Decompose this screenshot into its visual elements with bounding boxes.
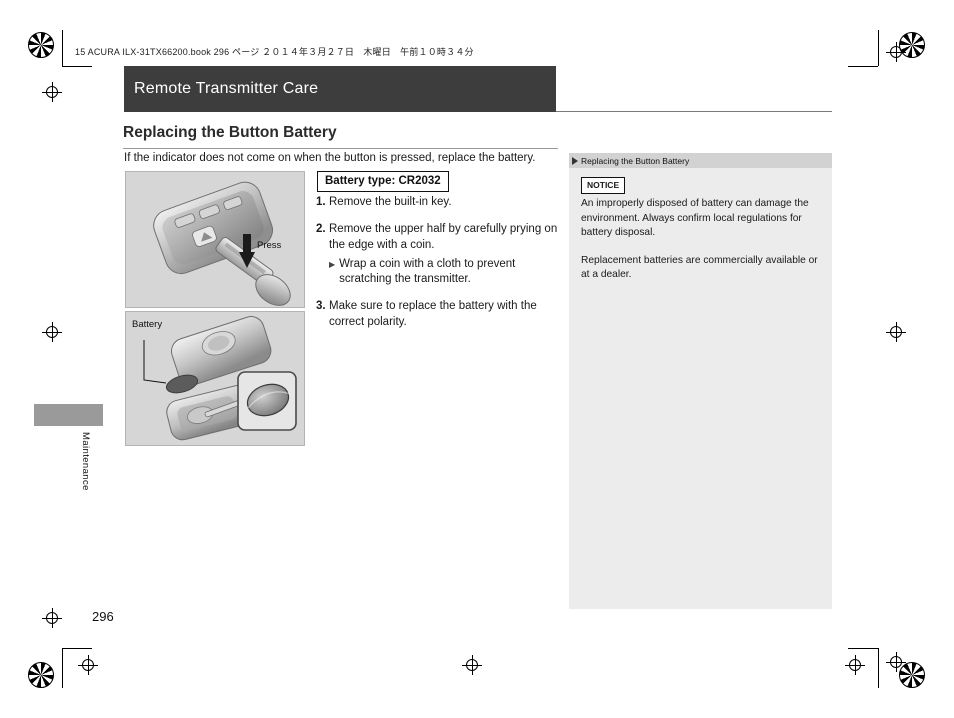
side-note-header-text: Replacing the Button Battery (581, 155, 690, 166)
chapter-title: Remote Transmitter Care (134, 80, 319, 97)
registration-ring-right-bottom (890, 656, 902, 668)
step-1-text: Remove the built-in key. (329, 196, 452, 208)
figure-remove-builtin-key: Press (125, 171, 305, 308)
step-2-number: 2. (316, 223, 326, 236)
crop-mark-bottom-right-v (848, 648, 878, 649)
registration-ring-left-top (46, 86, 58, 98)
crop-mark-bottom-left-h (62, 648, 63, 688)
chapter-title-bar: Remote Transmitter Care (124, 66, 556, 112)
registration-ring-bottom-right (849, 659, 861, 671)
registration-ring-left-mid (46, 326, 58, 338)
step-1-number: 1. (316, 196, 326, 208)
chapter-tab-block (34, 404, 103, 426)
registration-ring-right-mid (890, 326, 902, 338)
chapter-tab-label: Maintenance (80, 432, 91, 491)
side-note-header: Replacing the Button Battery (569, 153, 832, 168)
figure-press-label: Press (257, 240, 282, 251)
section-title: Replacing the Button Battery (123, 124, 558, 149)
step-3-number: 3. (316, 300, 326, 313)
step-2: 2. Remove the upper half by carefully pr… (316, 222, 561, 253)
figure-replace-battery: Battery (125, 311, 305, 446)
registration-burst-top-left (28, 32, 54, 58)
crop-mark-top-right-h (878, 30, 879, 66)
step-1: 1. Remove the built-in key. (316, 195, 561, 210)
step-2-substep: ▶ Wrap a coin with a cloth to prevent sc… (329, 257, 561, 288)
side-note-body: NOTICE An improperly disposed of battery… (569, 168, 832, 282)
battery-type-box: Battery type: CR2032 (317, 171, 449, 192)
side-note-paragraph-1: An improperly disposed of battery can da… (581, 198, 809, 239)
registration-ring-left-bottom (46, 612, 58, 624)
crop-mark-bottom-left-v (62, 648, 92, 649)
side-note-panel: Replacing the Button Battery NOTICE An i… (569, 153, 832, 609)
page-number: 296 (92, 609, 114, 624)
registration-burst-bottom-left (28, 662, 54, 688)
section-intro: If the indicator does not come on when t… (124, 152, 536, 164)
substep-arrow-icon: ▶ (329, 259, 336, 269)
step-3: 3. Make sure to replace the battery with… (316, 299, 561, 330)
figure-battery-label: Battery (132, 319, 163, 330)
step-2-text: Remove the upper half by carefully pryin… (329, 223, 558, 251)
title-rule (556, 111, 832, 112)
instruction-steps: 1. Remove the built-in key. 2. Remove th… (316, 195, 561, 342)
registration-ring-bottom-left (82, 659, 94, 671)
side-note-paragraph-2: Replacement batteries are commercially a… (581, 254, 818, 280)
running-head: 15 ACURA ILX-31TX66200.book 296 ページ ２０１４… (75, 47, 474, 57)
side-note-marker-icon (572, 156, 578, 165)
crop-mark-bottom-right-h (878, 648, 879, 688)
step-2-substep-text: Wrap a coin with a cloth to prevent scra… (339, 257, 516, 286)
notice-badge: NOTICE (581, 177, 626, 195)
registration-ring-bottom-center (466, 659, 478, 671)
registration-ring-right-top (890, 46, 902, 58)
step-3-text: Make sure to replace the battery with th… (329, 300, 537, 328)
crop-mark-top-right-v (848, 66, 878, 67)
crop-mark-top-left-h (62, 30, 63, 66)
